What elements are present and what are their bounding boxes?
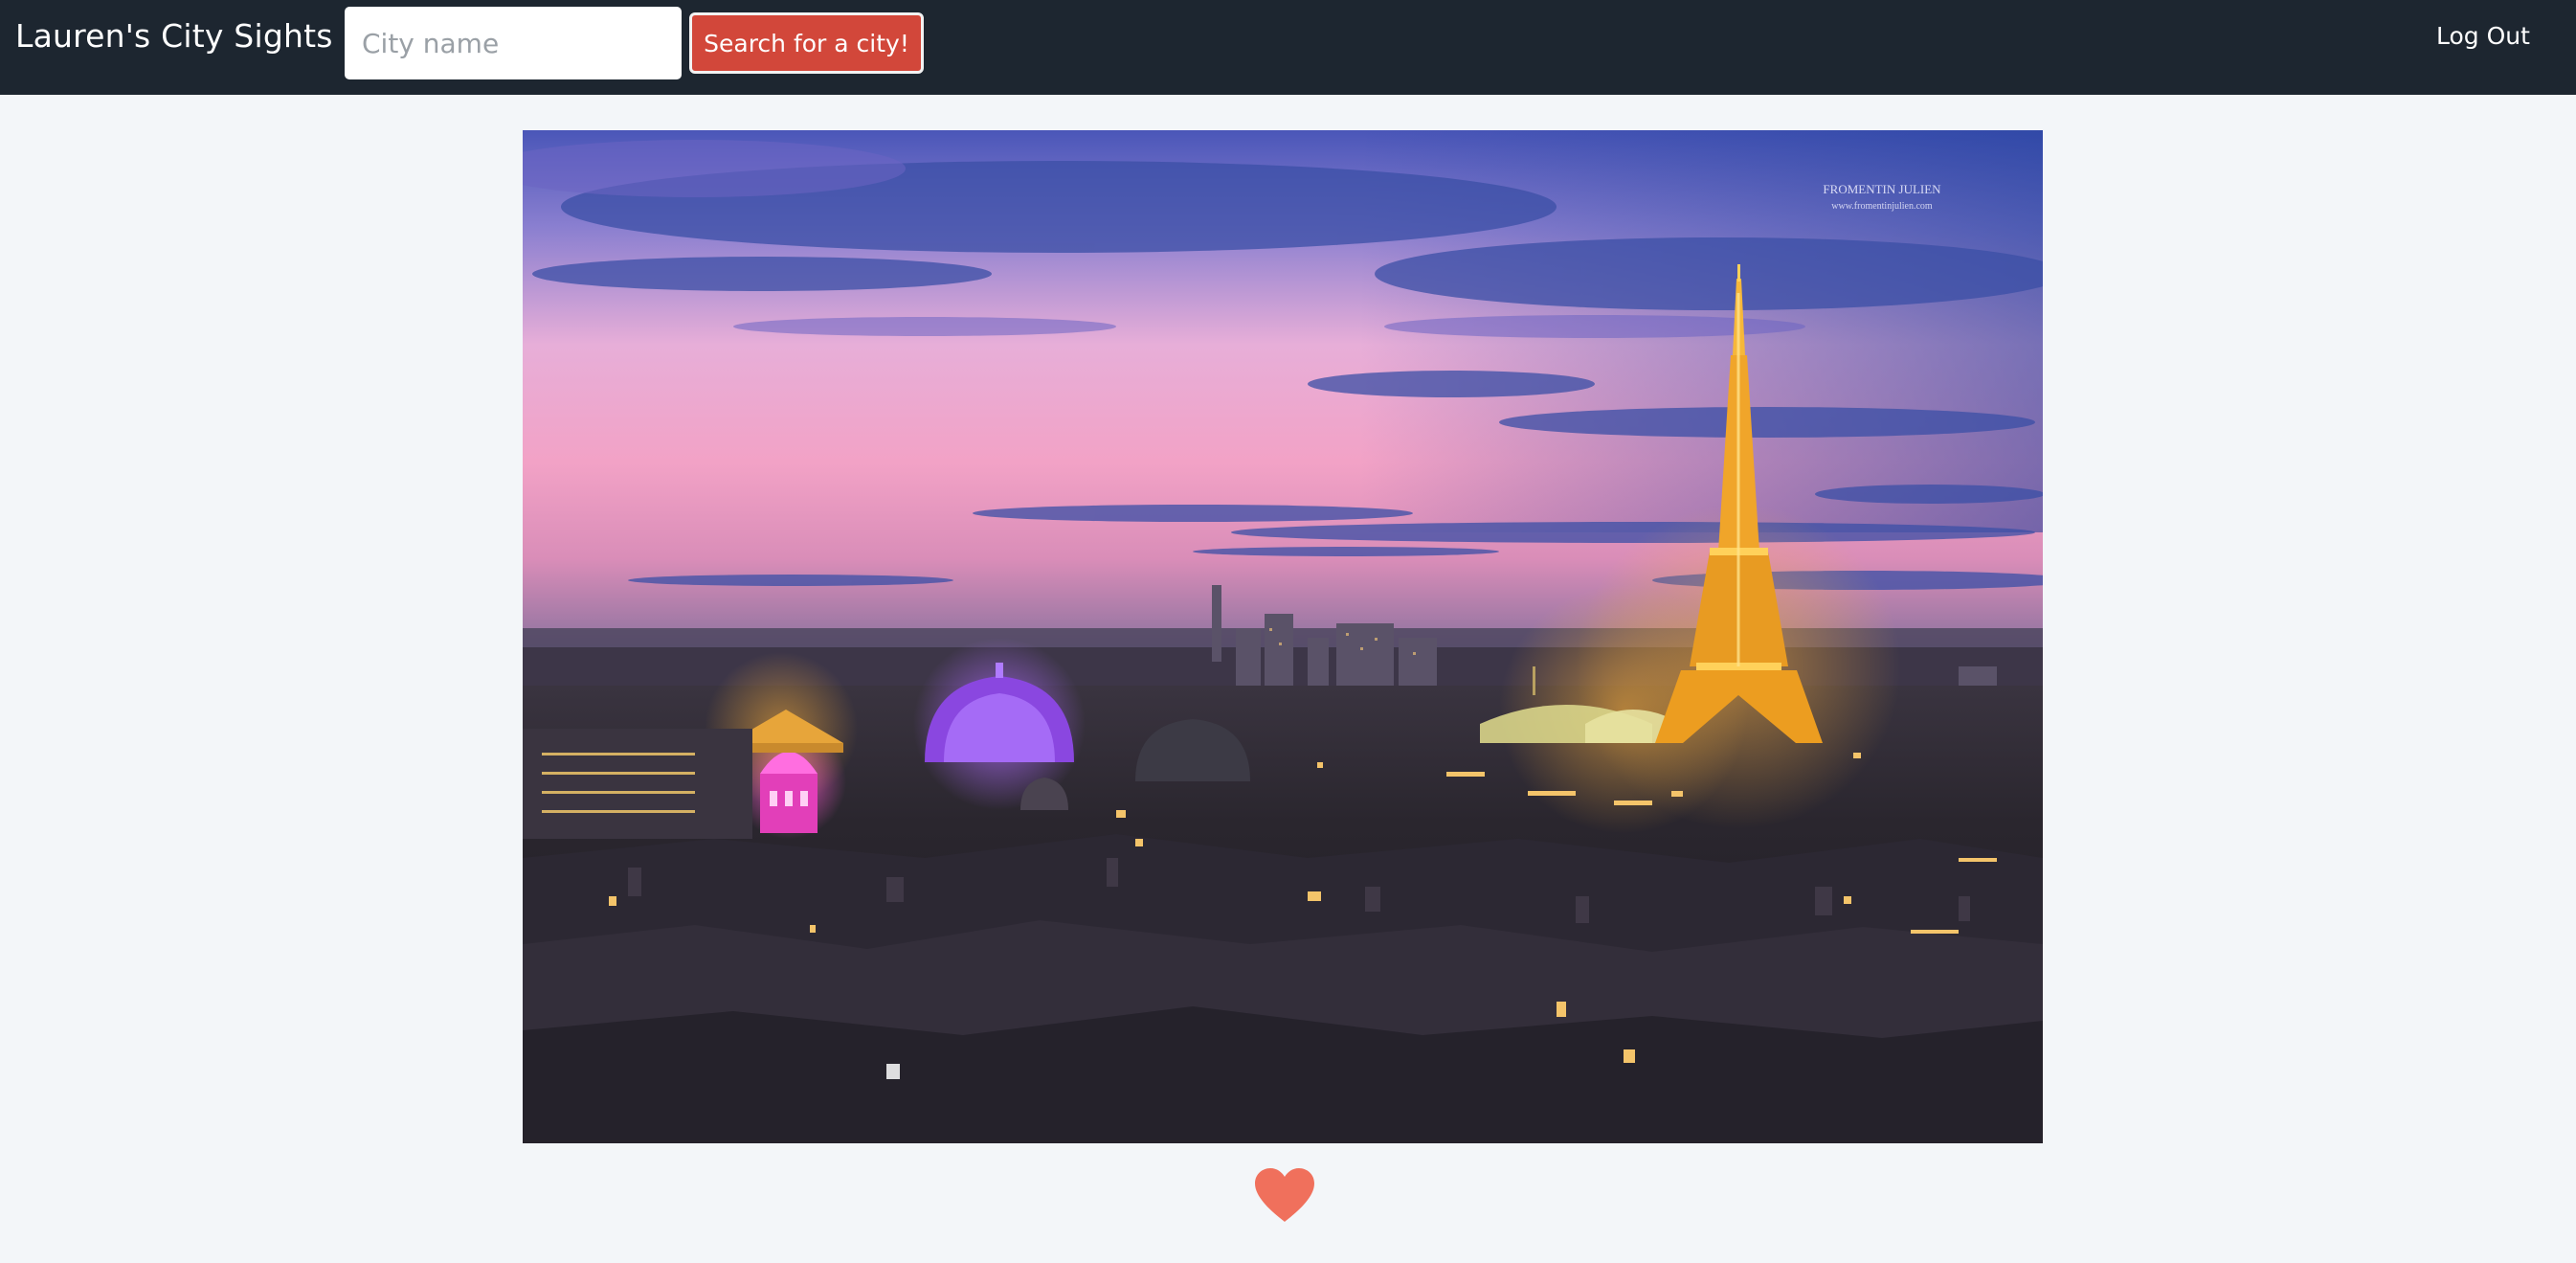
heart-icon [1255, 1168, 1314, 1222]
app-brand-title[interactable]: Lauren's City Sights [15, 15, 333, 57]
favorite-heart-button[interactable] [1253, 1166, 1316, 1224]
navbar: Lauren's City Sights Search for a city! … [0, 0, 2576, 95]
search-city-button[interactable]: Search for a city! [689, 12, 924, 74]
watermark-line1: FROMENTIN JULIEN [1823, 182, 1941, 196]
city-photo: FROMENTIN JULIEN www.fromentinjulien.com [523, 130, 2043, 1143]
city-search-input[interactable] [345, 7, 682, 79]
logout-link[interactable]: Log Out [2436, 17, 2530, 56]
pink-dome [760, 752, 818, 833]
watermark-line2: www.fromentinjulien.com [1831, 201, 1933, 212]
paris-skyline-image: FROMENTIN JULIEN www.fromentinjulien.com [523, 130, 2043, 1143]
